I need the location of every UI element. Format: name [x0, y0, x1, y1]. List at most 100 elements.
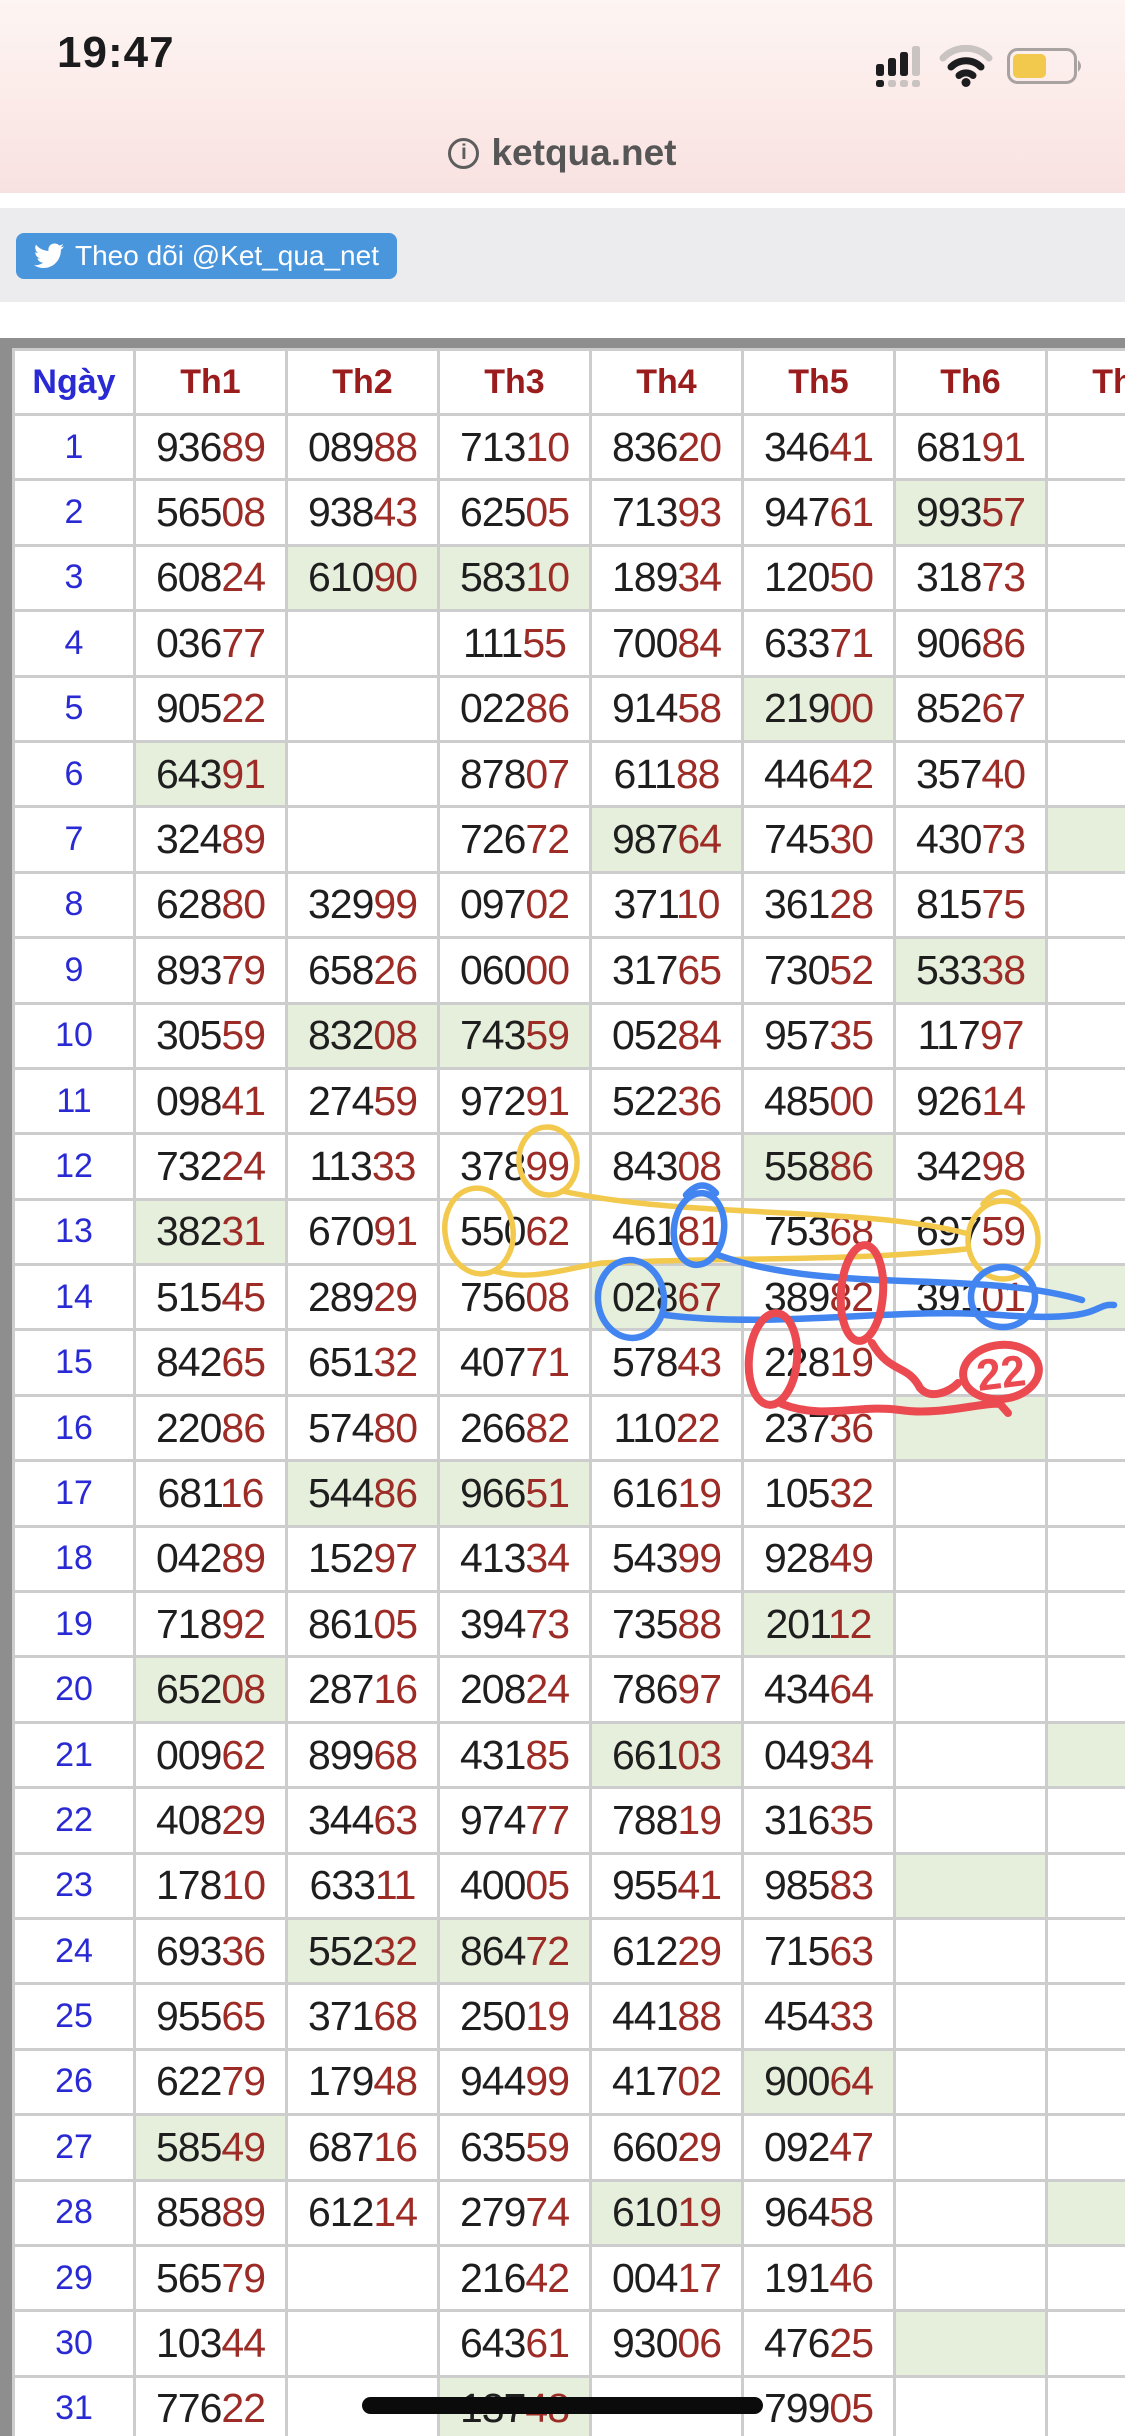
url-text: ketqua.net	[491, 132, 676, 174]
result-cell: 73588	[591, 1592, 743, 1657]
result-cell: 83208	[287, 1003, 439, 1068]
result-cell: 90522	[135, 676, 287, 741]
result-cell: 44188	[591, 1984, 743, 2049]
result-cell: 55886	[743, 1134, 895, 1199]
status-time: 19:47	[57, 28, 175, 78]
result-cell	[1047, 2376, 1125, 2436]
result-cell	[1047, 1199, 1125, 1264]
day-cell: 18	[14, 1526, 135, 1591]
result-cell	[287, 741, 439, 806]
home-indicator[interactable]	[362, 2397, 763, 2414]
result-cell: 27459	[287, 1068, 439, 1133]
result-cell: 89379	[135, 938, 287, 1003]
result-cell: 61019	[591, 2180, 743, 2245]
result-cell	[1047, 807, 1125, 872]
day-cell: 20	[14, 1657, 135, 1722]
result-cell: 10532	[743, 1461, 895, 1526]
result-cell: 20112	[743, 1592, 895, 1657]
result-cell	[895, 1853, 1047, 1918]
result-cell: 10344	[135, 2311, 287, 2376]
result-cell: 23736	[743, 1395, 895, 1460]
result-cell: 30559	[135, 1003, 287, 1068]
result-cell: 85267	[895, 676, 1047, 741]
result-cell: 61188	[591, 741, 743, 806]
result-cell	[895, 2245, 1047, 2310]
result-cell: 54486	[287, 1461, 439, 1526]
browser-top-bar: 19:47	[0, 0, 1125, 193]
result-cell: 28716	[287, 1657, 439, 1722]
result-cell: 68116	[135, 1461, 287, 1526]
result-cell: 15297	[287, 1526, 439, 1591]
table-row: 275854968716635596602909247	[14, 2115, 1125, 2180]
result-cell: 81575	[895, 872, 1047, 937]
result-cell	[895, 1984, 1047, 2049]
day-cell: 13	[14, 1199, 135, 1264]
result-cell: 31765	[591, 938, 743, 1003]
day-cell: 27	[14, 2115, 135, 2180]
cellular-signal-icon	[875, 44, 925, 88]
result-cell: 87807	[439, 741, 591, 806]
result-cell	[895, 2311, 1047, 2376]
result-cell: 72672	[439, 807, 591, 872]
day-cell: 29	[14, 2245, 135, 2310]
result-cell	[1047, 1461, 1125, 1526]
day-cell: 15	[14, 1330, 135, 1395]
column-header-day: Ngày	[14, 350, 135, 415]
column-header: Th2	[287, 350, 439, 415]
table-row: 197189286105394737358820112	[14, 1592, 1125, 1657]
result-cell: 37899	[439, 1134, 591, 1199]
day-cell: 2	[14, 480, 135, 545]
day-cell: 25	[14, 1984, 135, 2049]
result-cell: 69336	[135, 1918, 287, 1983]
table-row: 11098412745997291522364850092614	[14, 1068, 1125, 1133]
battery-fill	[1013, 54, 1046, 78]
result-cell: 53338	[895, 938, 1047, 1003]
result-cell	[1047, 1722, 1125, 1787]
result-cell: 19146	[743, 2245, 895, 2310]
result-cell: 12050	[743, 545, 895, 610]
table-row: 206520828716208247869743464	[14, 1657, 1125, 1722]
result-cell: 62505	[439, 480, 591, 545]
twitter-follow-button[interactable]: Theo dõi @Ket_qua_net	[16, 233, 397, 279]
result-cell: 41702	[591, 2049, 743, 2114]
result-cell: 65826	[287, 938, 439, 1003]
result-cell	[1047, 1003, 1125, 1068]
table-row: 246933655232864726122971563	[14, 1918, 1125, 1983]
result-cell	[1047, 611, 1125, 676]
day-cell: 14	[14, 1265, 135, 1330]
result-cell: 09841	[135, 1068, 287, 1133]
result-cell: 61090	[287, 545, 439, 610]
result-cell	[895, 1461, 1047, 1526]
table-body: 1936890898871310836203464168191256508938…	[14, 415, 1125, 2436]
result-cell: 43073	[895, 807, 1047, 872]
result-cell: 26682	[439, 1395, 591, 1460]
table-outer-border-top	[0, 338, 1125, 348]
result-cell	[1047, 1918, 1125, 1983]
table-row: 3010344643619300647625	[14, 2311, 1125, 2376]
table-row: 73248972672987647453043073	[14, 807, 1125, 872]
result-cell: 97477	[439, 1788, 591, 1853]
day-cell: 19	[14, 1592, 135, 1657]
result-cell	[1047, 2245, 1125, 2310]
result-cell: 61214	[287, 2180, 439, 2245]
result-cell	[1047, 1853, 1125, 1918]
result-cell	[1047, 1526, 1125, 1591]
result-cell: 17948	[287, 2049, 439, 2114]
result-cell	[287, 611, 439, 676]
result-cell: 04289	[135, 1526, 287, 1591]
column-header: Th7	[1047, 350, 1125, 415]
twitter-bird-icon	[34, 243, 64, 269]
result-cell: 92614	[895, 1068, 1047, 1133]
result-cell: 74359	[439, 1003, 591, 1068]
result-cell: 56579	[135, 2245, 287, 2310]
result-cell	[1047, 2311, 1125, 2376]
table-row: 266227917948944994170290064	[14, 2049, 1125, 2114]
result-cell: 68191	[895, 415, 1047, 480]
day-cell: 3	[14, 545, 135, 610]
result-cell: 68716	[287, 2115, 439, 2180]
day-cell: 6	[14, 741, 135, 806]
url-bar[interactable]: i ketqua.net	[0, 132, 1125, 174]
result-cell: 95735	[743, 1003, 895, 1068]
day-cell: 11	[14, 1068, 135, 1133]
result-cell: 00417	[591, 2245, 743, 2310]
